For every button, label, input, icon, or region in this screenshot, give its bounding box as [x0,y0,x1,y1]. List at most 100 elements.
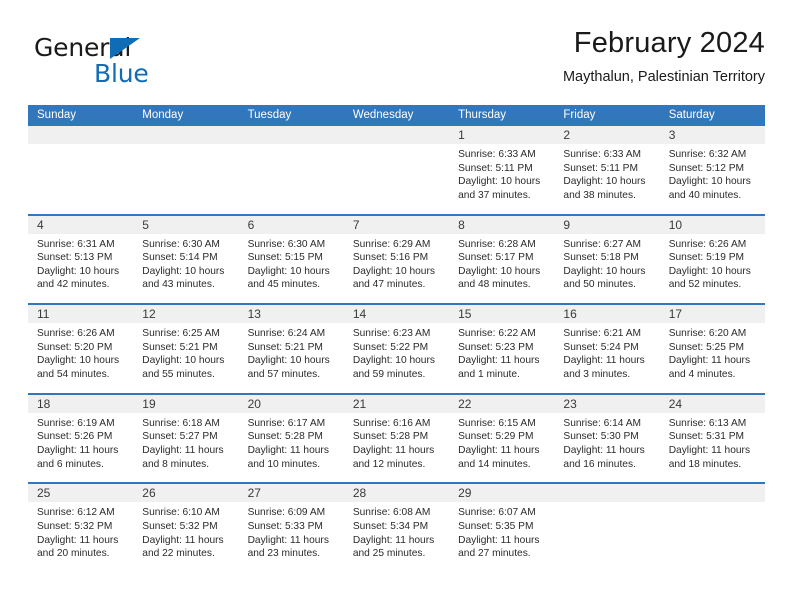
day-number-band: 23 [554,394,660,413]
daylight-text-line1: Daylight: 10 hours [142,355,225,367]
day-number-band: 3 [659,126,765,144]
calendar-cell-empty [238,126,344,214]
calendar-week-row: 4 Sunrise: 6:31 AM Sunset: 5:13 PM Daylight… [28,215,765,306]
sunset-text: Sunset: 5:11 PM [458,162,533,174]
calendar-day-cell[interactable]: 20 Sunrise: 6:17 AM Sunset: 5:28 PM Dayligh… [238,394,344,483]
calendar-day-cell[interactable]: 21 Sunrise: 6:16 AM Sunset: 5:28 PM Dayligh… [343,394,450,483]
title-block: February 2024 Maythalun, Palestinian Ter… [245,26,765,86]
weekday-header-thursday: Thursday [458,109,507,121]
sunset-text: Sunset: 5:14 PM [142,252,218,264]
calendar-day-cell[interactable]: 15 Sunrise: 6:22 AM Sunset: 5:23 PM Dayligh… [449,305,555,393]
daylight-text-line1: Daylight: 10 hours [668,176,751,188]
day-number-band: 15 [449,305,555,324]
day-details: Sunrise: 6:31 AM Sunset: 5:13 PM Daylight:… [28,234,133,292]
day-number: 12 [142,307,156,322]
calendar-cell-empty [554,484,660,574]
calendar-day-cell[interactable]: 7 Sunrise: 6:29 AM Sunset: 5:16 PM Daylight… [343,215,450,304]
calendar-cell-empty [133,126,239,214]
day-number: 29 [458,486,472,501]
calendar-day-cell[interactable]: 1 Sunrise: 6:33 AM Sunset: 5:11 PM Daylight… [449,126,555,214]
page-header: General Blue February 2024 Maythalun, Pa… [28,26,765,98]
daylight-text-line2: and 6 minutes. [37,458,104,470]
daylight-text-line2: and 20 minutes. [37,548,110,560]
day-number: 4 [37,217,44,232]
calendar-day-cell[interactable]: 16 Sunrise: 6:21 AM Sunset: 5:24 PM Dayligh… [554,305,660,393]
calendar-week-row: 25 Sunrise: 6:12 AM Sunset: 5:32 PM Dayligh… [28,484,765,574]
calendar-day-cell[interactable]: 12 Sunrise: 6:25 AM Sunset: 5:21 PM Dayligh… [133,305,239,393]
daylight-text-line1: Daylight: 11 hours [668,355,751,367]
day-number: 28 [352,486,367,501]
daylight-text-line1: Daylight: 10 hours [668,265,751,277]
sunset-text: Sunset: 5:28 PM [352,431,429,443]
sunrise-text: Sunrise: 6:13 AM [668,417,747,429]
day-number-band: 4 [28,215,134,234]
calendar-day-cell[interactable]: 2 Sunrise: 6:33 AM Sunset: 5:11 PM Daylight… [554,126,660,214]
calendar-day-cell[interactable]: 11 Sunrise: 6:26 AM Sunset: 5:20 PM Dayligh… [28,305,134,393]
calendar-day-cell[interactable]: 6 Sunrise: 6:30 AM Sunset: 5:15 PM Daylight… [238,215,344,304]
daylight-text-line1: Daylight: 10 hours [247,265,330,277]
daylight-text-line1: Daylight: 10 hours [37,265,120,277]
day-number-band: 17 [659,305,765,324]
calendar-day-cell[interactable]: 4 Sunrise: 6:31 AM Sunset: 5:13 PM Daylight… [28,215,134,304]
day-details: Sunrise: 6:15 AM Sunset: 5:29 PM Daylight:… [449,413,554,471]
sunset-text: Sunset: 5:22 PM [352,341,429,353]
calendar-day-cell[interactable]: 22 Sunrise: 6:15 AM Sunset: 5:29 PM Dayligh… [449,394,555,483]
sunset-text: Sunset: 5:26 PM [37,431,113,443]
daylight-text-line2: and 1 minute. [458,368,520,380]
sunrise-text: Sunrise: 6:12 AM [37,507,115,519]
daylight-text-line2: and 16 minutes. [563,458,636,470]
day-number-band: 27 [238,484,344,503]
daylight-text-line1: Daylight: 11 hours [142,534,224,546]
calendar-day-cell[interactable]: 10 Sunrise: 6:26 AM Sunset: 5:19 PM Dayligh… [659,215,765,304]
calendar-day-cell[interactable]: 14 Sunrise: 6:23 AM Sunset: 5:22 PM Dayligh… [343,305,450,393]
sunrise-text: Sunrise: 6:33 AM [563,149,641,160]
sunrise-text: Sunrise: 6:30 AM [247,238,326,250]
daylight-text-line2: and 23 minutes. [247,548,321,560]
daylight-text-line2: and 14 minutes. [458,458,531,470]
calendar-day-cell[interactable]: 19 Sunrise: 6:18 AM Sunset: 5:27 PM Dayligh… [133,394,239,483]
sunrise-text: Sunrise: 6:14 AM [563,417,641,429]
day-details: Sunrise: 6:27 AM Sunset: 5:18 PM Daylight:… [554,234,659,292]
calendar-week-row: 18 Sunrise: 6:19 AM Sunset: 5:26 PM Dayligh… [28,394,765,485]
daylight-text-line1: Daylight: 11 hours [142,444,224,456]
calendar-day-cell[interactable]: 28 Sunrise: 6:08 AM Sunset: 5:34 PM Dayligh… [343,484,450,574]
sunset-text: Sunset: 5:23 PM [458,341,534,353]
sunset-text: Sunset: 5:16 PM [352,252,429,264]
day-number-band: 16 [554,305,660,324]
calendar-day-cell[interactable]: 23 Sunrise: 6:14 AM Sunset: 5:30 PM Dayligh… [554,394,660,483]
calendar-day-cell[interactable]: 25 Sunrise: 6:12 AM Sunset: 5:32 PM Dayligh… [28,484,134,574]
daylight-text-line1: Daylight: 11 hours [563,355,645,367]
calendar-day-cell[interactable]: 3 Sunrise: 6:32 AM Sunset: 5:12 PM Daylight… [659,126,765,214]
sunrise-text: Sunrise: 6:07 AM [458,507,536,519]
calendar-day-cell[interactable]: 29 Sunrise: 6:07 AM Sunset: 5:35 PM Dayligh… [449,484,555,574]
triangle-icon [110,38,140,59]
day-number: 19 [142,396,156,411]
day-number: 7 [352,217,360,232]
calendar-day-cell[interactable]: 27 Sunrise: 6:09 AM Sunset: 5:33 PM Dayligh… [238,484,344,574]
day-number-band: 6 [238,215,344,234]
calendar-day-cell[interactable]: 26 Sunrise: 6:10 AM Sunset: 5:32 PM Dayligh… [133,484,239,574]
sunset-text: Sunset: 5:28 PM [247,431,323,443]
day-number-band: 26 [133,484,239,503]
daylight-text-line1: Daylight: 11 hours [37,444,119,456]
calendar-day-cell[interactable]: 24 Sunrise: 6:13 AM Sunset: 5:31 PM Dayligh… [659,394,765,483]
day-number: 18 [37,396,51,411]
calendar-weeks: 1 Sunrise: 6:33 AM Sunset: 5:11 PM Daylight… [28,126,765,574]
day-details: Sunrise: 6:25 AM Sunset: 5:21 PM Daylight:… [133,323,238,381]
sunset-text: Sunset: 5:31 PM [668,431,745,443]
daylight-text-line1: Daylight: 10 hours [352,355,435,367]
daylight-text-line1: Daylight: 11 hours [247,444,329,456]
daylight-text-line1: Daylight: 10 hours [352,265,435,277]
daylight-text-line1: Daylight: 11 hours [458,355,540,367]
calendar-day-cell[interactable]: 8 Sunrise: 6:28 AM Sunset: 5:17 PM Daylight… [449,215,555,304]
daylight-text-line1: Daylight: 11 hours [563,444,645,456]
calendar-day-cell[interactable]: 9 Sunrise: 6:27 AM Sunset: 5:18 PM Daylight… [554,215,660,304]
daylight-text-line1: Daylight: 10 hours [37,355,120,367]
calendar-day-cell[interactable]: 13 Sunrise: 6:24 AM Sunset: 5:21 PM Dayligh… [238,305,344,393]
calendar-day-cell[interactable]: 5 Sunrise: 6:30 AM Sunset: 5:14 PM Daylight… [133,215,239,304]
calendar-day-cell[interactable]: 18 Sunrise: 6:19 AM Sunset: 5:26 PM Dayligh… [28,394,134,483]
calendar-day-cell[interactable]: 17 Sunrise: 6:20 AM Sunset: 5:25 PM Dayligh… [659,305,765,393]
sunset-text: Sunset: 5:11 PM [563,162,638,174]
day-number-band: 18 [28,394,134,413]
sunrise-text: Sunrise: 6:26 AM [37,328,115,340]
